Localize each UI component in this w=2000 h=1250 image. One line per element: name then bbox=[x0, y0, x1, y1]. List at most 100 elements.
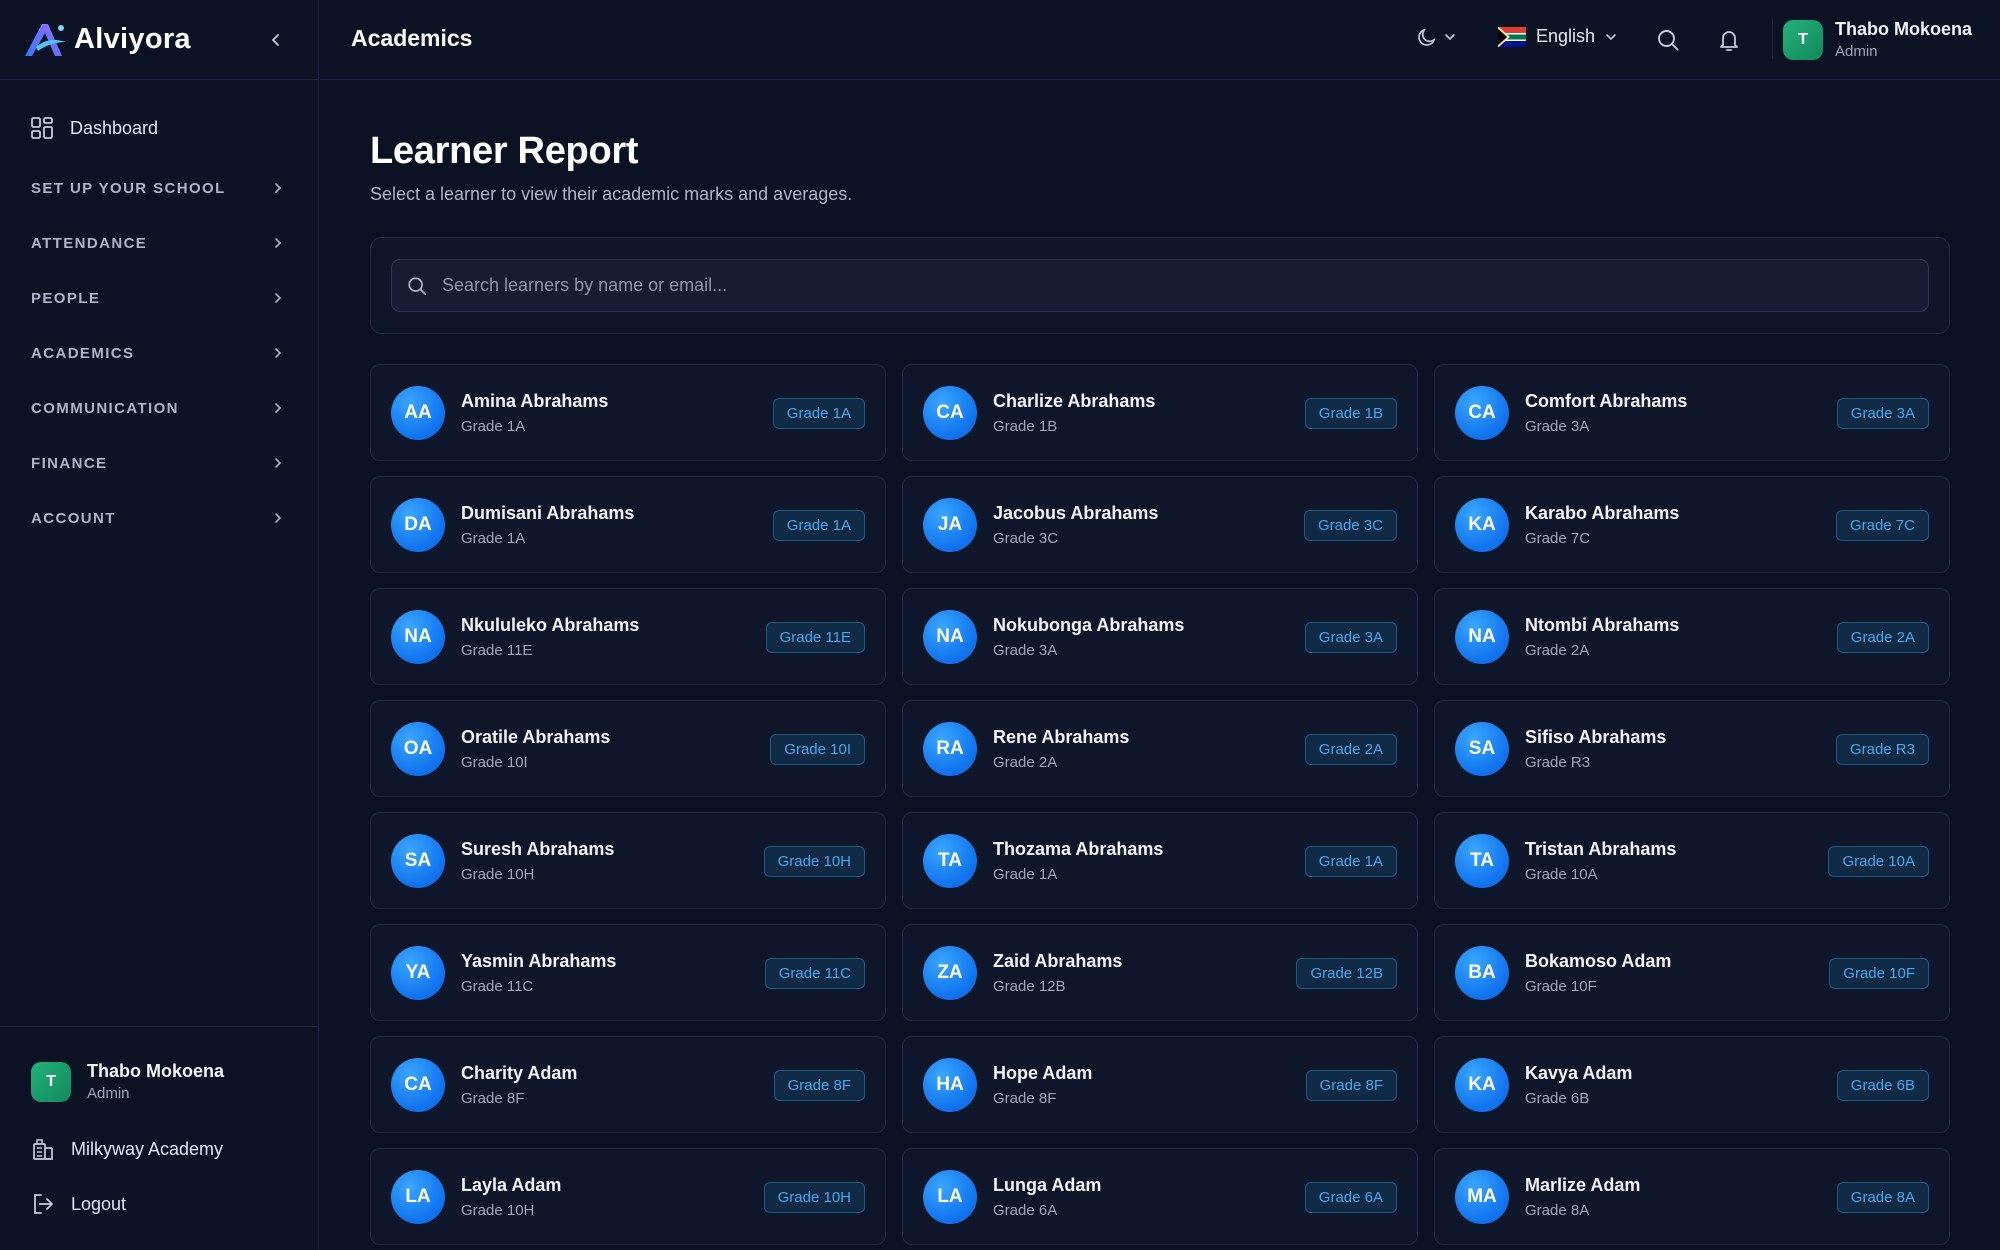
chevron-right-icon bbox=[275, 458, 282, 468]
avatar: T bbox=[1783, 19, 1823, 60]
sidebar-user[interactable]: T Thabo Mokoena Admin bbox=[31, 1061, 224, 1102]
learner-card[interactable]: CA Charity Adam Grade 8F Grade 8F bbox=[370, 1036, 886, 1133]
school-switcher[interactable]: Milkyway Academy bbox=[31, 1137, 223, 1161]
grade-badge: Grade 8A bbox=[1836, 1182, 1929, 1213]
grade-badge: Grade 11E bbox=[765, 622, 865, 653]
user-menu[interactable]: T Thabo Mokoena Admin bbox=[1772, 19, 1972, 60]
user-name: Thabo Mokoena bbox=[87, 1061, 225, 1081]
grade-badge: Grade 10H bbox=[763, 1182, 865, 1213]
learner-card[interactable]: TA Thozama Abrahams Grade 1A Grade 1A bbox=[902, 812, 1418, 909]
learner-name: Layla Adam bbox=[461, 1174, 562, 1195]
learner-card[interactable]: KA Kavya Adam Grade 6B Grade 6B bbox=[1434, 1036, 1950, 1133]
page-section-title: Academics bbox=[351, 25, 473, 51]
learner-card[interactable]: SA Sifiso Abrahams Grade R3 Grade R3 bbox=[1434, 700, 1950, 797]
sidebar-section-account[interactable]: ACCOUNT bbox=[31, 503, 283, 533]
learner-avatar: NA bbox=[1455, 609, 1509, 664]
learner-grade: Grade 1A bbox=[993, 865, 1058, 883]
learner-avatar: CA bbox=[1455, 385, 1509, 440]
learner-card[interactable]: KA Karabo Abrahams Grade 7C Grade 7C bbox=[1434, 476, 1950, 573]
chevron-down-icon bbox=[1606, 33, 1616, 40]
learner-card[interactable]: CA Charlize Abrahams Grade 1B Grade 1B bbox=[902, 364, 1418, 461]
grade-badge: Grade 8F bbox=[1305, 1070, 1397, 1101]
learner-avatar: OA bbox=[391, 721, 445, 776]
learner-avatar: KA bbox=[1455, 497, 1509, 552]
language-selector[interactable]: English bbox=[1498, 26, 1617, 47]
user-role: Admin bbox=[1835, 43, 1878, 60]
learner-grade: Grade 1A bbox=[461, 417, 526, 435]
learner-card[interactable]: NA Nokubonga Abrahams Grade 3A Grade 3A bbox=[902, 588, 1418, 685]
logout-button[interactable]: Logout bbox=[31, 1192, 126, 1216]
learner-card[interactable]: CA Comfort Abrahams Grade 3A Grade 3A bbox=[1434, 364, 1950, 461]
learner-name: Amina Abrahams bbox=[461, 390, 609, 411]
brand-logo-icon bbox=[25, 23, 66, 56]
notifications-button[interactable] bbox=[1717, 27, 1741, 58]
learner-card[interactable]: DA Dumisani Abrahams Grade 1A Grade 1A bbox=[370, 476, 886, 573]
learner-name: Nkululeko Abrahams bbox=[461, 614, 640, 635]
learner-card[interactable]: JA Jacobus Abrahams Grade 3C Grade 3C bbox=[902, 476, 1418, 573]
grade-badge: Grade 6B bbox=[1836, 1070, 1929, 1101]
learner-grade: Grade 3A bbox=[1525, 417, 1590, 435]
search-icon bbox=[408, 276, 427, 295]
theme-toggle-button[interactable] bbox=[1416, 26, 1456, 48]
grade-badge: Grade 10A bbox=[1828, 846, 1929, 877]
grade-badge: Grade 3C bbox=[1303, 510, 1397, 541]
learner-card[interactable]: NA Ntombi Abrahams Grade 2A Grade 2A bbox=[1434, 588, 1950, 685]
search-box[interactable] bbox=[391, 259, 1929, 312]
learner-avatar: NA bbox=[923, 609, 977, 664]
learner-grade: Grade 11E bbox=[461, 641, 533, 659]
chevron-right-icon bbox=[275, 183, 282, 193]
learner-avatar: BA bbox=[1455, 945, 1509, 1000]
search-input[interactable] bbox=[442, 275, 1842, 296]
learner-avatar: TA bbox=[1455, 833, 1509, 888]
learner-card[interactable]: NA Nkululeko Abrahams Grade 11E Grade 11E bbox=[370, 588, 886, 685]
learner-avatar: NA bbox=[391, 609, 445, 664]
learner-grade: Grade 1A bbox=[461, 529, 526, 547]
sidebar-section-attendance[interactable]: ATTENDANCE bbox=[31, 228, 283, 258]
learner-avatar: TA bbox=[923, 833, 977, 888]
sidebar-item-dashboard[interactable]: Dashboard bbox=[30, 111, 158, 145]
chevron-right-icon bbox=[275, 293, 282, 303]
learner-card[interactable]: HA Hope Adam Grade 8F Grade 8F bbox=[902, 1036, 1418, 1133]
learner-avatar: RA bbox=[923, 721, 977, 776]
learner-avatar: SA bbox=[391, 833, 445, 888]
learner-grade: Grade 3C bbox=[993, 529, 1059, 547]
chevron-down-icon bbox=[1445, 34, 1455, 41]
sidebar-section-communication[interactable]: COMMUNICATION bbox=[31, 393, 283, 423]
sidebar-section-people[interactable]: PEOPLE bbox=[31, 283, 283, 313]
learner-card[interactable]: AA Amina Abrahams Grade 1A Grade 1A bbox=[370, 364, 886, 461]
sidebar-section-setup[interactable]: SET UP YOUR SCHOOL bbox=[31, 173, 283, 203]
learner-card[interactable]: SA Suresh Abrahams Grade 10H Grade 10H bbox=[370, 812, 886, 909]
moon-icon bbox=[1418, 28, 1436, 46]
learner-avatar: AA bbox=[391, 385, 445, 440]
learner-name: Rene Abrahams bbox=[993, 726, 1130, 747]
collapse-sidebar-button[interactable] bbox=[264, 28, 288, 52]
sidebar-section-label: ATTENDANCE bbox=[31, 234, 148, 252]
learner-avatar: SA bbox=[1455, 721, 1509, 776]
grade-badge: Grade 8F bbox=[773, 1070, 865, 1101]
grade-badge: Grade 6A bbox=[1304, 1182, 1397, 1213]
learner-card[interactable]: TA Tristan Abrahams Grade 10A Grade 10A bbox=[1434, 812, 1950, 909]
sidebar-section-academics[interactable]: ACADEMICS bbox=[31, 338, 283, 368]
sidebar-section-label: SET UP YOUR SCHOOL bbox=[31, 179, 226, 197]
learner-name: Karabo Abrahams bbox=[1525, 502, 1680, 523]
learner-name: Comfort Abrahams bbox=[1525, 390, 1688, 411]
learner-card[interactable]: ZA Zaid Abrahams Grade 12B Grade 12B bbox=[902, 924, 1418, 1021]
grade-badge: Grade 2A bbox=[1304, 734, 1397, 765]
grade-badge: Grade 1A bbox=[772, 510, 865, 541]
sidebar-section-finance[interactable]: FINANCE bbox=[31, 448, 283, 478]
learner-card[interactable]: RA Rene Abrahams Grade 2A Grade 2A bbox=[902, 700, 1418, 797]
learner-card[interactable]: BA Bokamoso Adam Grade 10F Grade 10F bbox=[1434, 924, 1950, 1021]
learner-grade: Grade 2A bbox=[993, 753, 1058, 771]
learner-avatar: MA bbox=[1455, 1169, 1509, 1224]
sidebar-section-label: FINANCE bbox=[31, 454, 108, 472]
logout-icon bbox=[34, 1194, 53, 1214]
learner-card[interactable]: OA Oratile Abrahams Grade 10I Grade 10I bbox=[370, 700, 886, 797]
chevron-right-icon bbox=[275, 348, 282, 358]
learner-card[interactable]: MA Marlize Adam Grade 8A Grade 8A bbox=[1434, 1148, 1950, 1245]
learner-card[interactable]: LA Lunga Adam Grade 6A Grade 6A bbox=[902, 1148, 1418, 1245]
learner-card[interactable]: YA Yasmin Abrahams Grade 11C Grade 11C bbox=[370, 924, 886, 1021]
learner-avatar: KA bbox=[1455, 1057, 1509, 1112]
learner-card[interactable]: LA Layla Adam Grade 10H Grade 10H bbox=[370, 1148, 886, 1245]
learner-grade: Grade 10I bbox=[461, 753, 528, 771]
header-search-button[interactable] bbox=[1656, 28, 1680, 57]
